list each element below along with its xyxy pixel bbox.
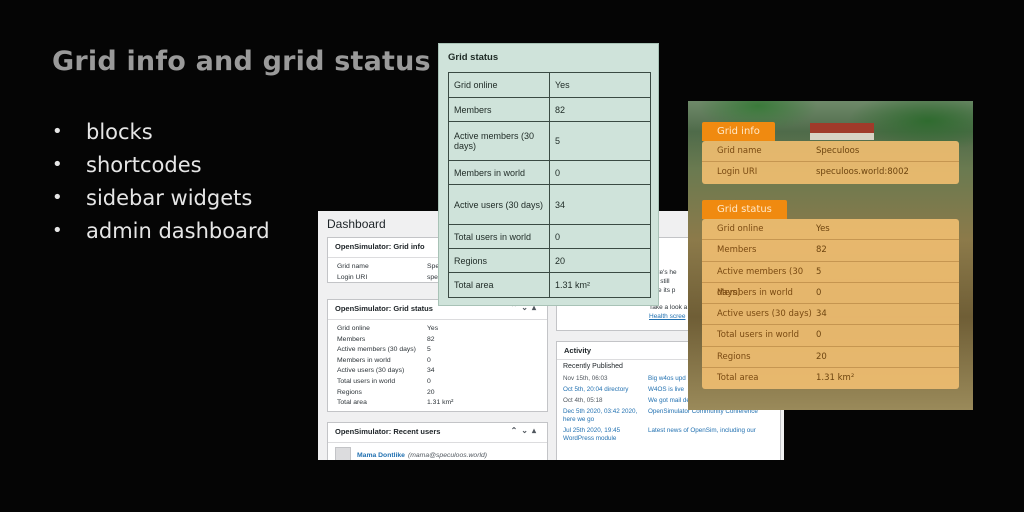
themed-widget-screenshot: Grid info Grid name Speculoos Login URI sp… [688, 101, 973, 410]
table-row: Active members (30 days) 5 [448, 121, 651, 161]
feature-item: admin dashboard [52, 217, 270, 250]
table-row: Members 82 [448, 97, 651, 122]
dashboard-title: Dashboard [327, 217, 386, 231]
feature-item: sidebar widgets [52, 184, 270, 217]
status-row: Members in world 0 [337, 356, 431, 364]
user-entry: Mama Dontlike (mama@speculoos.world) [328, 443, 547, 460]
table-row: Regions 20 [448, 248, 651, 273]
grid-info-tab: Grid info [702, 122, 775, 141]
health-screen-link[interactable]: Health scree [649, 312, 687, 321]
status-row: Active users (30 days) 34 [337, 367, 435, 375]
status-row: Members 82 [702, 240, 959, 262]
grid-status-tab: Grid status [702, 200, 787, 219]
status-row: Grid online Yes [702, 219, 959, 241]
feature-item: shortcodes [52, 151, 270, 184]
status-row: Total area 1.31 km² [717, 373, 855, 384]
chevron-down-icon[interactable]: ⌄ [521, 426, 532, 435]
status-row: Total area 1.31 km² [337, 399, 454, 407]
table-row: Total users in world 0 [448, 224, 651, 249]
status-row: Total users in world 0 [702, 325, 959, 347]
activity-item: Jul 25th 2020, 19:45 WordPress module Lat… [563, 427, 756, 442]
background-wall [810, 133, 874, 140]
widget-header: OpenSimulator: Recent users ⌃⌄▴ [328, 423, 547, 443]
status-row: Active users (30 days) 34 [702, 304, 959, 326]
card-title: Grid status [448, 52, 499, 63]
slide-title: Grid info and grid status [52, 46, 431, 77]
status-row: Regions 20 [337, 388, 435, 396]
user-name-link[interactable]: Mama Dontlike [357, 452, 405, 459]
status-row: Total users in world 0 [337, 377, 431, 385]
info-row: Grid name Speculoos [702, 141, 959, 163]
background-roof [810, 123, 874, 133]
status-row: Grid online Yes [337, 325, 439, 332]
activity-item: Dec 5th 2020, 03:42 2020, here we go Open… [563, 408, 758, 423]
grid-info-box: Grid name Speculoos Login URI speculoos.wo… [702, 141, 959, 184]
recent-users-widget: OpenSimulator: Recent users ⌃⌄▴ Mama Don… [327, 422, 548, 460]
widget-controls[interactable]: ⌃⌄▴ [511, 426, 540, 435]
avatar [335, 447, 351, 460]
grid-status-card: Grid status Grid online Yes Members 82 Act… [438, 43, 659, 306]
table-row: Grid online Yes [448, 72, 651, 98]
table-row: Members in world 0 [448, 160, 651, 185]
status-row: Members in world 0 [702, 283, 959, 305]
widget-title: OpenSimulator: Grid status [335, 304, 433, 313]
widget-title: OpenSimulator: Recent users [335, 427, 441, 436]
chevron-up-icon[interactable]: ⌃ [511, 426, 522, 435]
feature-list: blocks shortcodes sidebar widgets admin … [52, 118, 270, 250]
status-row: Regions 20 [702, 347, 959, 369]
status-row: Members 82 [337, 335, 435, 343]
info-row: Login URI speculoos.world:8002 [717, 167, 909, 178]
grid-status-table: Grid online Yes Members 82 Active members … [448, 72, 651, 298]
status-rows: Grid online Yes Members 82 Active members … [328, 320, 547, 409]
table-row: Active users (30 days) 34 [448, 184, 651, 225]
user-email: (mama@speculoos.world) [407, 451, 488, 459]
grid-status-widget: OpenSimulator: Grid status ⌃⌄▴ Grid onli… [327, 299, 548, 412]
grid-status-box: Grid online Yes Members 82 Active members … [702, 219, 959, 390]
feature-item: blocks [52, 118, 270, 151]
table-row: Total area 1.31 km² [448, 272, 651, 298]
collapse-triangle-icon[interactable]: ▴ [532, 426, 540, 435]
status-row: Active members (30 days) 5 [702, 262, 959, 298]
status-row: Active members (30 days) 5 [337, 346, 431, 354]
